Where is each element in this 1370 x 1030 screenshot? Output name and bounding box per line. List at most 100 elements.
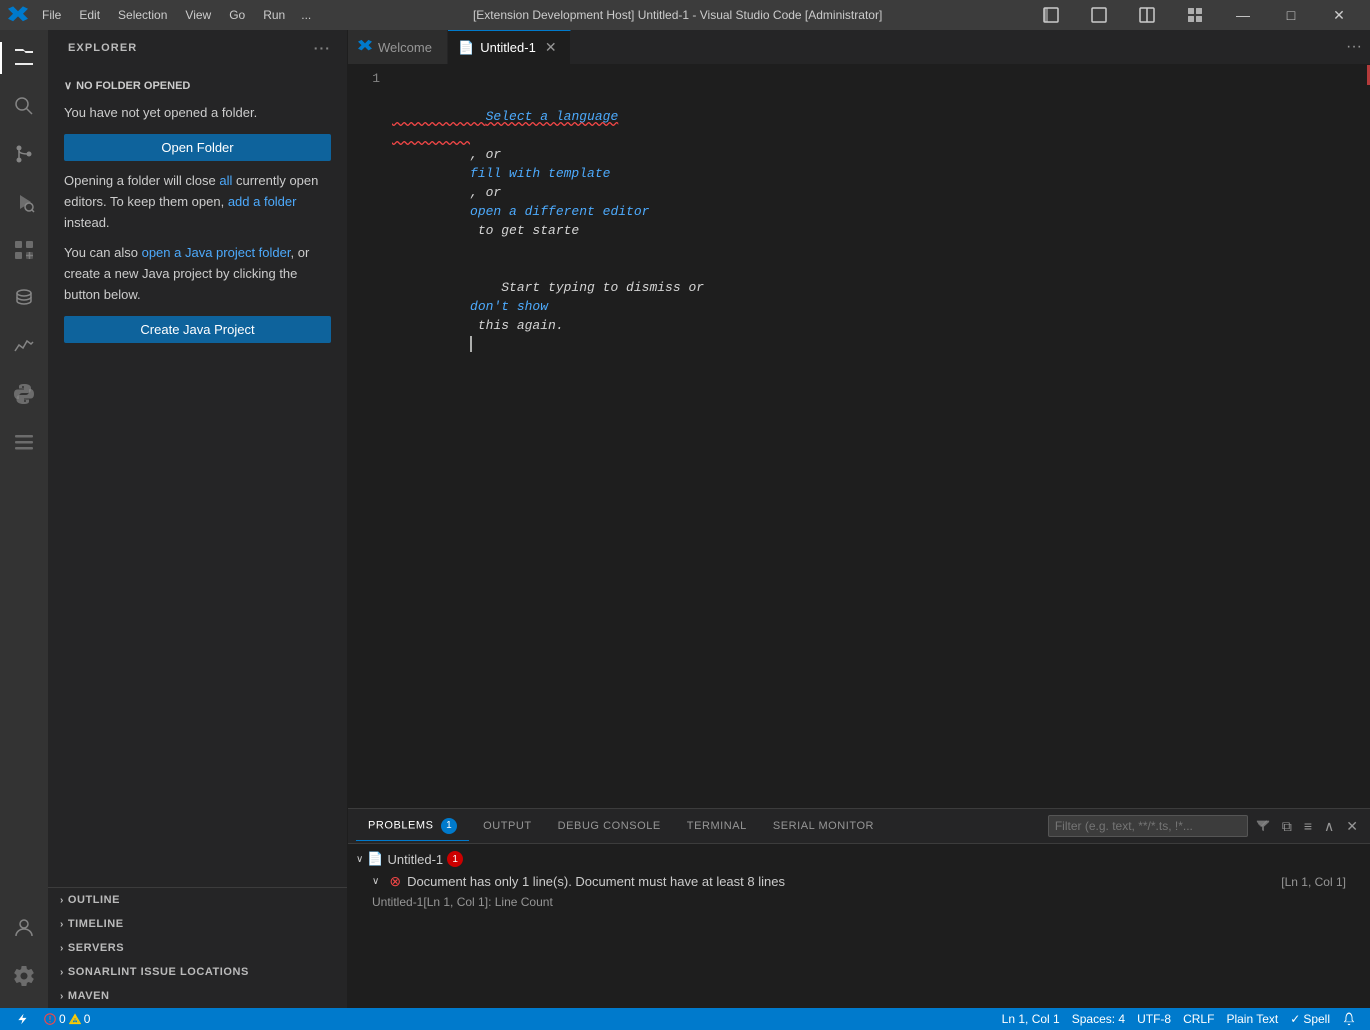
no-folder-text3: You can also open a Java project folder,… <box>64 243 331 305</box>
titlebar-controls: — □ ✕ <box>1028 0 1362 30</box>
panel-tab-problems[interactable]: PROBLEMS 1 <box>356 812 469 841</box>
panel-tabs: PROBLEMS 1 OUTPUT DEBUG CONSOLE TERMINAL… <box>348 809 1370 844</box>
fill-template-link[interactable]: fill with template <box>470 166 610 181</box>
titlebar-logo <box>8 5 28 25</box>
close-btn[interactable]: ✕ <box>1316 0 1362 30</box>
status-position-btn[interactable]: Ln 1, Col 1 <box>996 1008 1066 1030</box>
menu-run[interactable]: Run <box>255 6 293 24</box>
sidebar-section-timeline[interactable]: › TIMELINE <box>48 912 347 936</box>
tab-welcome-label: Welcome <box>378 40 432 55</box>
editor-content[interactable]: 1 Select a language , or fill with templ… <box>348 65 1370 808</box>
sonarlint-chevron: › <box>60 967 64 978</box>
select-language-link[interactable]: Select a language <box>392 109 618 143</box>
panel: PROBLEMS 1 OUTPUT DEBUG CONSOLE TERMINAL… <box>348 808 1370 1008</box>
maximize-btn[interactable]: □ <box>1268 0 1314 30</box>
servers-label: SERVERS <box>68 942 124 954</box>
layout-grid-btn[interactable] <box>1172 0 1218 30</box>
activity-python[interactable] <box>0 370 48 418</box>
status-errors-btn[interactable]: 0 0 <box>38 1008 96 1030</box>
sidebar-more-btn[interactable]: ··· <box>310 38 335 58</box>
layout-panel-btn[interactable] <box>1028 0 1074 30</box>
menu-go[interactable]: Go <box>221 6 253 24</box>
problem-source: Untitled-1[Ln 1, Col 1]: Line Count <box>348 893 1370 911</box>
add-folder-link[interactable]: add a folder <box>228 194 297 209</box>
menu-selection[interactable]: Selection <box>110 6 175 24</box>
sidebar-sections: › OUTLINE › TIMELINE › SERVERS › SONARLI… <box>48 887 347 1008</box>
copy-icon[interactable]: ⧉ <box>1278 816 1296 837</box>
activity-explorer[interactable] <box>0 34 48 82</box>
collapse-all-icon[interactable]: ≡ <box>1300 816 1316 836</box>
activity-search[interactable] <box>0 82 48 130</box>
editor-area: Welcome 📄 Untitled-1 ✕ ··· 1 Select a la… <box>348 30 1370 1008</box>
menu-view[interactable]: View <box>177 6 219 24</box>
sidebar: Explorer ··· ∨ No Folder Opened You have… <box>48 30 348 1008</box>
no-folder-text1: You have not yet opened a folder. <box>64 103 331 123</box>
status-left: 0 0 <box>8 1008 96 1030</box>
status-warnings-count: 0 <box>84 1012 91 1026</box>
servers-chevron: › <box>60 943 64 954</box>
titlebar-title: [Extension Development Host] Untitled-1 … <box>327 8 1028 22</box>
tab-close-btn[interactable]: ✕ <box>542 38 560 57</box>
panel-tab-serial-monitor[interactable]: SERIAL MONITOR <box>761 814 886 839</box>
tab-untitled1-label: Untitled-1 <box>480 40 536 55</box>
tab-bar: Welcome 📄 Untitled-1 ✕ ··· <box>348 30 1370 65</box>
dont-show-link[interactable]: don't show <box>470 299 548 314</box>
activity-extensions[interactable] <box>0 226 48 274</box>
problem-group-untitled1[interactable]: ∨ 📄 Untitled-1 1 <box>348 848 1370 870</box>
status-spell-btn[interactable]: ✓ Spell <box>1284 1008 1336 1030</box>
menu-file[interactable]: File <box>34 6 69 24</box>
status-spaces-btn[interactable]: Spaces: 4 <box>1066 1008 1131 1030</box>
tab-bar-more-btn[interactable]: ··· <box>1338 30 1370 64</box>
activity-monitoring[interactable] <box>0 322 48 370</box>
panel-filter-input[interactable] <box>1048 815 1248 837</box>
panel-close-btn[interactable]: ✕ <box>1342 816 1362 837</box>
main-container: Explorer ··· ∨ No Folder Opened You have… <box>0 30 1370 1008</box>
panel-tab-debug-console[interactable]: DEBUG CONSOLE <box>546 814 673 839</box>
status-errors-count: 0 <box>59 1012 66 1026</box>
no-folder-section: ∨ No Folder Opened You have not yet open… <box>48 66 347 365</box>
problems-badge: 1 <box>441 818 457 834</box>
status-language-btn[interactable]: Plain Text <box>1220 1008 1284 1030</box>
status-remote-btn[interactable] <box>8 1008 38 1030</box>
all-link[interactable]: all <box>219 173 232 188</box>
filter-icon[interactable] <box>1252 816 1274 837</box>
panel-content: ∨ 📄 Untitled-1 1 ∨ ⊗ Document has only 1… <box>348 844 1370 1008</box>
tab-untitled1[interactable]: 📄 Untitled-1 ✕ <box>448 30 571 64</box>
tab-welcome[interactable]: Welcome <box>348 30 448 64</box>
problem-group-chevron: ∨ <box>356 854 363 865</box>
checkmark-icon: ✓ <box>1290 1012 1300 1026</box>
line-numbers: 1 <box>348 65 388 808</box>
status-line-ending-btn[interactable]: CRLF <box>1177 1008 1220 1030</box>
status-notifications-btn[interactable] <box>1336 1008 1362 1030</box>
no-folder-text2: Opening a folder will close all currentl… <box>64 171 331 233</box>
panel-tab-output[interactable]: OUTPUT <box>471 814 544 839</box>
layout-editor-btn[interactable] <box>1076 0 1122 30</box>
open-java-link[interactable]: open a Java project folder <box>142 245 291 260</box>
activity-bottom <box>0 904 48 1008</box>
editor-text-area[interactable]: Select a language , or fill with templat… <box>388 65 1370 808</box>
activity-accounts[interactable] <box>0 904 48 952</box>
layout-split-btn[interactable] <box>1124 0 1170 30</box>
activity-settings[interactable] <box>0 952 48 1000</box>
line-number-1: 1 <box>348 69 380 88</box>
problem-item-1[interactable]: ∨ ⊗ Document has only 1 line(s). Documen… <box>348 870 1370 893</box>
activity-database[interactable] <box>0 274 48 322</box>
problem-error-icon: ⊗ <box>389 873 401 890</box>
create-java-btn[interactable]: Create Java Project <box>64 316 331 343</box>
activity-run[interactable] <box>0 178 48 226</box>
sidebar-section-sonarlint[interactable]: › SONARLINT ISSUE LOCATIONS <box>48 960 347 984</box>
sidebar-section-maven[interactable]: › MAVEN <box>48 984 347 1008</box>
sidebar-section-outline[interactable]: › OUTLINE <box>48 888 347 912</box>
problem-filename: Untitled-1 <box>388 852 444 867</box>
minimize-btn[interactable]: — <box>1220 0 1266 30</box>
status-encoding-btn[interactable]: UTF-8 <box>1131 1008 1177 1030</box>
sidebar-section-servers[interactable]: › SERVERS <box>48 936 347 960</box>
open-editor-link[interactable]: open a different editor <box>470 204 649 219</box>
menu-more[interactable]: ... <box>295 6 317 24</box>
panel-collapse-up-btn[interactable]: ∧ <box>1320 816 1338 837</box>
panel-tab-terminal[interactable]: TERMINAL <box>675 814 759 839</box>
activity-source-control[interactable] <box>0 130 48 178</box>
activity-stacks[interactable] <box>0 418 48 466</box>
open-folder-btn[interactable]: Open Folder <box>64 134 331 161</box>
menu-edit[interactable]: Edit <box>71 6 108 24</box>
